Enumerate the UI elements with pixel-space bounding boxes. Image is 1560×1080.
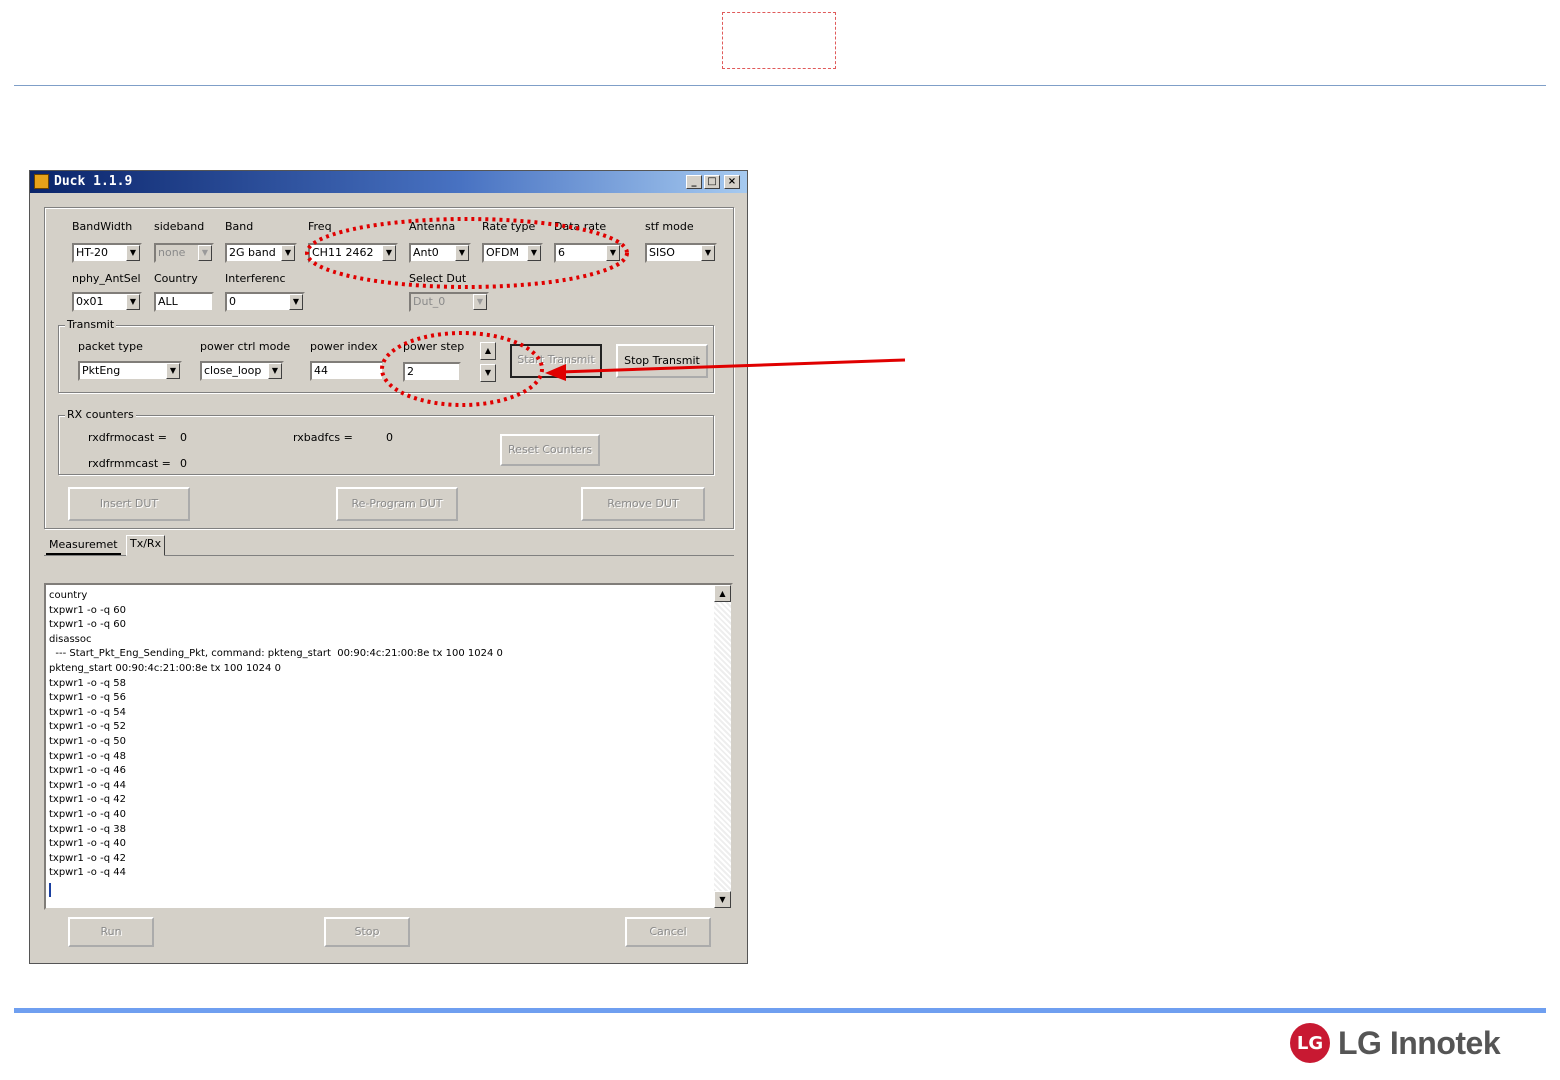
annotation-arrow-head <box>545 364 566 381</box>
annotation-overlay <box>305 217 906 407</box>
lg-logo-icon: LG <box>1290 1023 1330 1063</box>
lg-innotek-logo: LG LG Innotek <box>1290 1020 1501 1066</box>
freq-highlight-ellipse <box>305 217 629 289</box>
footer-divider <box>14 1008 1546 1013</box>
logo-text: LG Innotek <box>1338 1024 1501 1061</box>
power-step-highlight-ellipse <box>380 331 544 407</box>
annotation-arrow-line <box>559 358 906 374</box>
